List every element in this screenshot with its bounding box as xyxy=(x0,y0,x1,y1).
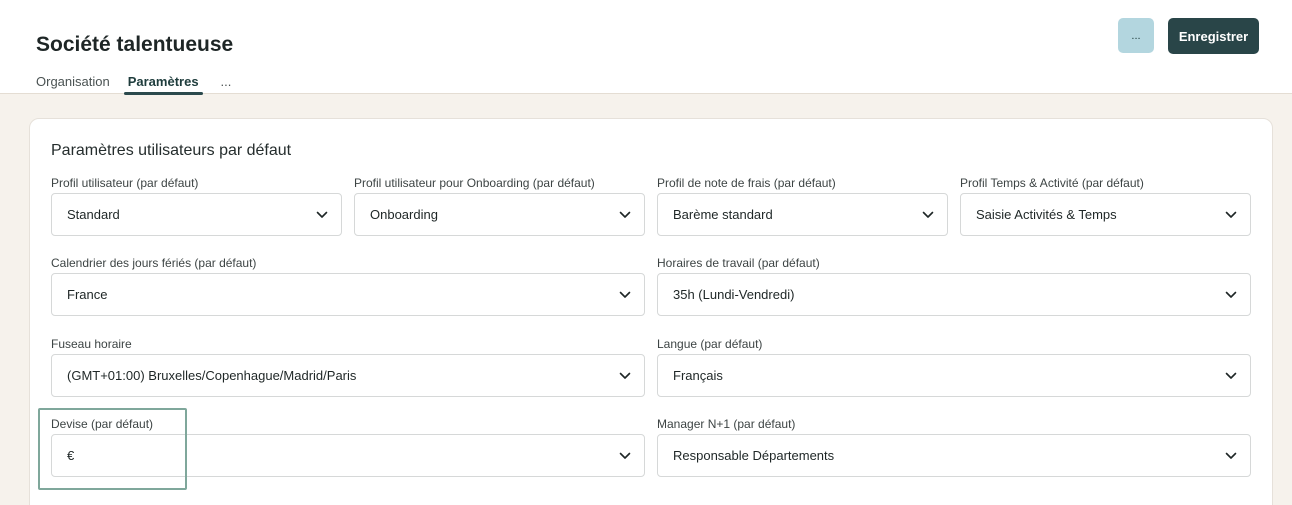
select-value: Onboarding xyxy=(370,207,438,222)
page-title: Société talentueuse xyxy=(36,33,234,56)
field-label: Calendrier des jours fériés (par défaut) xyxy=(51,256,257,270)
holiday-calendar-select[interactable]: France xyxy=(51,273,645,316)
chevron-down-icon xyxy=(1225,211,1237,218)
select-value: € xyxy=(67,448,75,463)
field-user-profile: Profil utilisateur (par défaut) Standard xyxy=(51,176,342,236)
field-manager: Manager N+1 (par défaut) Responsable Dép… xyxy=(657,417,1251,477)
manager-select[interactable]: Responsable Départements xyxy=(657,434,1251,477)
chevron-down-icon xyxy=(922,211,934,218)
field-expense-profile: Profil de note de frais (par défaut) Bar… xyxy=(657,176,948,236)
field-label: Profil utilisateur (par défaut) xyxy=(51,176,199,190)
field-timezone: Fuseau horaire (GMT+01:00) Bruxelles/Cop… xyxy=(51,337,645,397)
field-label: Manager N+1 (par défaut) xyxy=(657,417,796,431)
chevron-down-icon xyxy=(1225,291,1237,298)
field-onboarding-profile: Profil utilisateur pour Onboarding (par … xyxy=(354,176,645,236)
language-select[interactable]: Français xyxy=(657,354,1251,397)
chevron-down-icon xyxy=(316,211,328,218)
field-holiday-calendar: Calendrier des jours fériés (par défaut)… xyxy=(51,256,645,316)
chevron-down-icon xyxy=(1225,452,1237,459)
select-value: Français xyxy=(673,368,723,383)
onboarding-profile-select[interactable]: Onboarding xyxy=(354,193,645,236)
field-label: Devise (par défaut) xyxy=(51,417,154,431)
select-value: Standard xyxy=(67,207,120,222)
chevron-down-icon xyxy=(619,452,631,459)
select-value: France xyxy=(67,287,108,302)
default-user-settings-card: Paramètres utilisateurs par défaut Profi… xyxy=(29,118,1273,505)
chevron-down-icon xyxy=(1225,372,1237,379)
working-hours-select[interactable]: 35h (Lundi-Vendredi) xyxy=(657,273,1251,316)
more-actions-button[interactable]: ... xyxy=(1118,18,1154,53)
time-profile-select[interactable]: Saisie Activités & Temps xyxy=(960,193,1251,236)
user-profile-select[interactable]: Standard xyxy=(51,193,342,236)
select-value: Barème standard xyxy=(673,207,773,222)
expense-profile-select[interactable]: Barème standard xyxy=(657,193,948,236)
field-label: Horaires de travail (par défaut) xyxy=(657,256,820,270)
save-button[interactable]: Enregistrer xyxy=(1168,18,1259,54)
field-time-profile: Profil Temps & Activité (par défaut) Sai… xyxy=(960,176,1251,236)
card-title: Paramètres utilisateurs par défaut xyxy=(51,142,292,159)
chevron-down-icon xyxy=(619,211,631,218)
chevron-down-icon xyxy=(619,372,631,379)
field-currency: Devise (par défaut) € xyxy=(51,417,645,477)
field-label: Langue (par défaut) xyxy=(657,337,763,351)
select-value: 35h (Lundi-Vendredi) xyxy=(673,287,795,302)
select-value: (GMT+01:00) Bruxelles/Copenhague/Madrid/… xyxy=(67,368,357,383)
field-label: Profil utilisateur pour Onboarding (par … xyxy=(354,176,595,190)
tab-parametres[interactable]: Paramètres xyxy=(123,74,203,95)
currency-select[interactable]: € xyxy=(51,434,645,477)
field-language: Langue (par défaut) Français xyxy=(657,337,1251,397)
tab-more[interactable]: ... xyxy=(221,74,232,93)
select-value: Saisie Activités & Temps xyxy=(976,207,1117,222)
tab-organisation[interactable]: Organisation xyxy=(36,74,110,93)
top-bar: Société talentueuse Organisation Paramèt… xyxy=(0,0,1292,95)
chevron-down-icon xyxy=(619,291,631,298)
tab-bar: Organisation Paramètres ... xyxy=(36,74,249,95)
field-label: Profil de note de frais (par défaut) xyxy=(657,176,836,190)
timezone-select[interactable]: (GMT+01:00) Bruxelles/Copenhague/Madrid/… xyxy=(51,354,645,397)
field-working-hours: Horaires de travail (par défaut) 35h (Lu… xyxy=(657,256,1251,316)
select-value: Responsable Départements xyxy=(673,448,835,463)
field-label: Profil Temps & Activité (par défaut) xyxy=(960,176,1144,190)
field-label: Fuseau horaire xyxy=(51,337,132,351)
